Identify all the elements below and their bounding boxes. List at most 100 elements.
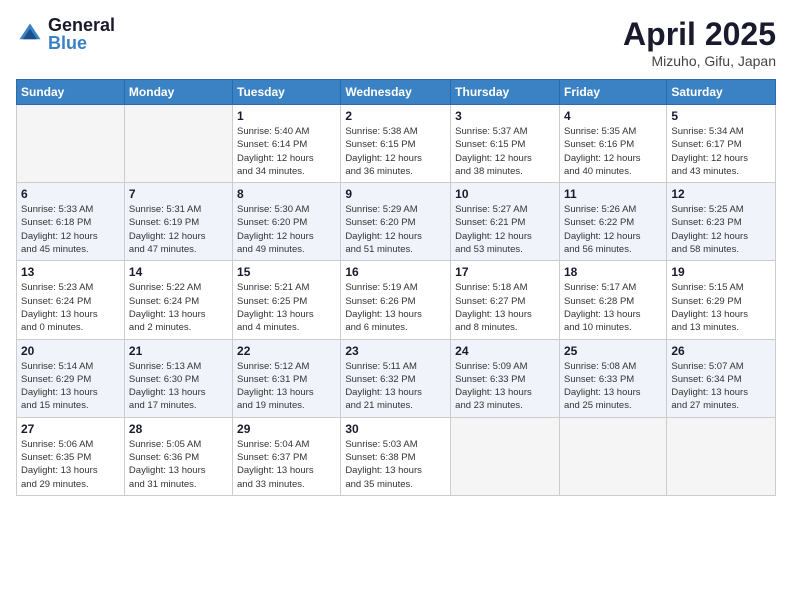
day-number: 30 [345, 422, 446, 436]
calendar-week-row: 6 Sunrise: 5:33 AM Sunset: 6:18 PM Daylig… [17, 183, 776, 261]
calendar: SundayMondayTuesdayWednesdayThursdayFrid… [16, 79, 776, 496]
calendar-cell: 14 Sunrise: 5:22 AM Sunset: 6:24 PM Dayli… [124, 261, 232, 339]
calendar-cell: 26Sunrise: 5:07 AM Sunset: 6:34 PM Dayli… [667, 339, 776, 417]
day-info: Sunrise: 5:21 AM Sunset: 6:25 PM Dayligh… [237, 281, 336, 334]
day-info: Sunrise: 5:18 AM Sunset: 6:27 PM Dayligh… [455, 281, 555, 334]
day-info: Sunrise: 5:09 AM Sunset: 6:33 PM Dayligh… [455, 360, 555, 413]
day-number: 8 [237, 187, 336, 201]
calendar-cell: 23 Sunrise: 5:11 AM Sunset: 6:32 PM Dayli… [341, 339, 451, 417]
logo-blue: Blue [48, 34, 115, 52]
day-number: 17 [455, 265, 555, 279]
day-info: Sunrise: 5:33 AM Sunset: 6:18 PM Dayligh… [21, 203, 120, 256]
weekday-header-row: SundayMondayTuesdayWednesdayThursdayFrid… [17, 80, 776, 105]
day-info: Sunrise: 5:13 AM Sunset: 6:30 PM Dayligh… [129, 360, 228, 413]
calendar-cell: 9 Sunrise: 5:29 AM Sunset: 6:20 PM Daylig… [341, 183, 451, 261]
day-number: 24 [455, 344, 555, 358]
day-info: Sunrise: 5:05 AM Sunset: 6:36 PM Dayligh… [129, 438, 228, 491]
day-number: 4 [564, 109, 662, 123]
day-number: 13 [21, 265, 120, 279]
day-info: Sunrise: 5:38 AM Sunset: 6:15 PM Dayligh… [345, 125, 446, 178]
calendar-cell [451, 417, 560, 495]
logo-icon [16, 20, 44, 48]
day-info: Sunrise: 5:31 AM Sunset: 6:19 PM Dayligh… [129, 203, 228, 256]
day-number: 29 [237, 422, 336, 436]
day-info: Sunrise: 5:19 AM Sunset: 6:26 PM Dayligh… [345, 281, 446, 334]
calendar-week-row: 20Sunrise: 5:14 AM Sunset: 6:29 PM Dayli… [17, 339, 776, 417]
day-number: 25 [564, 344, 662, 358]
calendar-cell [559, 417, 666, 495]
calendar-cell: 28 Sunrise: 5:05 AM Sunset: 6:36 PM Dayli… [124, 417, 232, 495]
calendar-cell: 29Sunrise: 5:04 AM Sunset: 6:37 PM Dayli… [233, 417, 341, 495]
calendar-cell: 16 Sunrise: 5:19 AM Sunset: 6:26 PM Dayli… [341, 261, 451, 339]
weekday-header-monday: Monday [124, 80, 232, 105]
day-number: 21 [129, 344, 228, 358]
calendar-cell: 11 Sunrise: 5:26 AM Sunset: 6:22 PM Dayli… [559, 183, 666, 261]
calendar-cell: 27Sunrise: 5:06 AM Sunset: 6:35 PM Dayli… [17, 417, 125, 495]
day-number: 7 [129, 187, 228, 201]
calendar-cell: 6 Sunrise: 5:33 AM Sunset: 6:18 PM Daylig… [17, 183, 125, 261]
day-number: 22 [237, 344, 336, 358]
day-number: 14 [129, 265, 228, 279]
day-number: 23 [345, 344, 446, 358]
calendar-cell: 4Sunrise: 5:35 AM Sunset: 6:16 PM Daylig… [559, 105, 666, 183]
day-info: Sunrise: 5:17 AM Sunset: 6:28 PM Dayligh… [564, 281, 662, 334]
location: Mizuho, Gifu, Japan [623, 53, 776, 69]
calendar-cell: 12Sunrise: 5:25 AM Sunset: 6:23 PM Dayli… [667, 183, 776, 261]
calendar-cell: 13 Sunrise: 5:23 AM Sunset: 6:24 PM Dayli… [17, 261, 125, 339]
day-number: 10 [455, 187, 555, 201]
calendar-week-row: 27Sunrise: 5:06 AM Sunset: 6:35 PM Dayli… [17, 417, 776, 495]
day-number: 28 [129, 422, 228, 436]
calendar-cell: 24 Sunrise: 5:09 AM Sunset: 6:33 PM Dayli… [451, 339, 560, 417]
logo-text: General Blue [48, 16, 115, 52]
weekday-header-friday: Friday [559, 80, 666, 105]
calendar-week-row: 1Sunrise: 5:40 AM Sunset: 6:14 PM Daylig… [17, 105, 776, 183]
day-number: 9 [345, 187, 446, 201]
day-info: Sunrise: 5:15 AM Sunset: 6:29 PM Dayligh… [671, 281, 771, 334]
day-number: 2 [345, 109, 446, 123]
day-number: 11 [564, 187, 662, 201]
calendar-cell: 22 Sunrise: 5:12 AM Sunset: 6:31 PM Dayli… [233, 339, 341, 417]
calendar-cell: 21 Sunrise: 5:13 AM Sunset: 6:30 PM Dayli… [124, 339, 232, 417]
day-info: Sunrise: 5:27 AM Sunset: 6:21 PM Dayligh… [455, 203, 555, 256]
weekday-header-thursday: Thursday [451, 80, 560, 105]
calendar-cell: 2 Sunrise: 5:38 AM Sunset: 6:15 PM Daylig… [341, 105, 451, 183]
month-title: April 2025 [623, 16, 776, 53]
day-number: 6 [21, 187, 120, 201]
logo: General Blue [16, 16, 115, 52]
weekday-header-wednesday: Wednesday [341, 80, 451, 105]
calendar-cell: 30 Sunrise: 5:03 AM Sunset: 6:38 PM Dayli… [341, 417, 451, 495]
day-number: 19 [671, 265, 771, 279]
day-number: 16 [345, 265, 446, 279]
day-info: Sunrise: 5:07 AM Sunset: 6:34 PM Dayligh… [671, 360, 771, 413]
day-info: Sunrise: 5:37 AM Sunset: 6:15 PM Dayligh… [455, 125, 555, 178]
calendar-cell: 10 Sunrise: 5:27 AM Sunset: 6:21 PM Dayli… [451, 183, 560, 261]
day-info: Sunrise: 5:03 AM Sunset: 6:38 PM Dayligh… [345, 438, 446, 491]
calendar-cell: 18 Sunrise: 5:17 AM Sunset: 6:28 PM Dayli… [559, 261, 666, 339]
day-info: Sunrise: 5:06 AM Sunset: 6:35 PM Dayligh… [21, 438, 120, 491]
day-info: Sunrise: 5:12 AM Sunset: 6:31 PM Dayligh… [237, 360, 336, 413]
day-info: Sunrise: 5:22 AM Sunset: 6:24 PM Dayligh… [129, 281, 228, 334]
day-number: 15 [237, 265, 336, 279]
day-info: Sunrise: 5:30 AM Sunset: 6:20 PM Dayligh… [237, 203, 336, 256]
day-info: Sunrise: 5:25 AM Sunset: 6:23 PM Dayligh… [671, 203, 771, 256]
calendar-cell: 5Sunrise: 5:34 AM Sunset: 6:17 PM Daylig… [667, 105, 776, 183]
calendar-cell: 15 Sunrise: 5:21 AM Sunset: 6:25 PM Dayli… [233, 261, 341, 339]
calendar-cell [124, 105, 232, 183]
calendar-week-row: 13 Sunrise: 5:23 AM Sunset: 6:24 PM Dayli… [17, 261, 776, 339]
day-number: 18 [564, 265, 662, 279]
weekday-header-sunday: Sunday [17, 80, 125, 105]
calendar-cell: 8 Sunrise: 5:30 AM Sunset: 6:20 PM Daylig… [233, 183, 341, 261]
calendar-cell [17, 105, 125, 183]
day-number: 3 [455, 109, 555, 123]
calendar-cell: 17 Sunrise: 5:18 AM Sunset: 6:27 PM Dayli… [451, 261, 560, 339]
calendar-cell: 20Sunrise: 5:14 AM Sunset: 6:29 PM Dayli… [17, 339, 125, 417]
weekday-header-saturday: Saturday [667, 80, 776, 105]
day-info: Sunrise: 5:26 AM Sunset: 6:22 PM Dayligh… [564, 203, 662, 256]
page-header: General Blue April 2025 Mizuho, Gifu, Ja… [16, 16, 776, 69]
title-block: April 2025 Mizuho, Gifu, Japan [623, 16, 776, 69]
day-info: Sunrise: 5:34 AM Sunset: 6:17 PM Dayligh… [671, 125, 771, 178]
day-info: Sunrise: 5:23 AM Sunset: 6:24 PM Dayligh… [21, 281, 120, 334]
day-info: Sunrise: 5:29 AM Sunset: 6:20 PM Dayligh… [345, 203, 446, 256]
day-info: Sunrise: 5:11 AM Sunset: 6:32 PM Dayligh… [345, 360, 446, 413]
calendar-cell: 7 Sunrise: 5:31 AM Sunset: 6:19 PM Daylig… [124, 183, 232, 261]
